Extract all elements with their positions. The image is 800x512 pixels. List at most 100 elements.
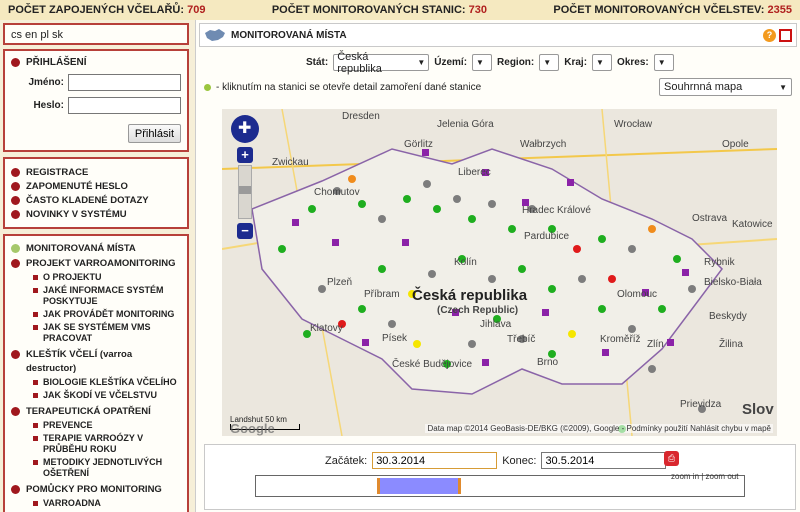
map-attribution[interactable]: Data map ©2014 GeoBasis-DE/BKG (©2009), …	[425, 424, 773, 433]
bullet-icon	[11, 58, 20, 67]
name-input[interactable]	[68, 74, 181, 91]
city-label: Třebíč	[507, 334, 536, 345]
zoom-in-icon[interactable]: +	[237, 147, 253, 163]
city-label: Olomouc	[617, 289, 658, 300]
city-label: České Budějovice	[392, 359, 473, 370]
nav-sub-item[interactable]: VARROADNA	[11, 498, 181, 509]
zoom-slider[interactable]	[238, 165, 252, 219]
main-panel: MONITOROVANÁ MÍSTA ? Stát: Česká republi…	[195, 20, 800, 512]
station-map[interactable]: Dresden Jelenia Góra Wrocław Görlitz Wał…	[222, 109, 777, 436]
end-date-input[interactable]	[541, 452, 667, 469]
popout-icon[interactable]	[779, 28, 792, 42]
city-label: Zlín	[647, 339, 664, 350]
city-label: Görlitz	[404, 139, 433, 150]
city-label: Zwickau	[272, 157, 309, 168]
chevron-down-icon: ▼	[596, 58, 604, 67]
uzemi-label: Území:	[434, 57, 468, 68]
stats-bar: POČET ZAPOJENÝCH VČELAŘŮ: 709 POČET MONI…	[0, 0, 800, 20]
city-label: Brno	[537, 357, 559, 368]
link-news[interactable]: NOVINKY V SYSTÉMU	[11, 208, 181, 222]
nav-sub-item[interactable]: JAK SE SYSTÉMEM VMS PRACOVAT	[11, 322, 181, 344]
link-forgot-password[interactable]: ZAPOMENUTÉ HESLO	[11, 180, 181, 194]
city-label: Slov	[742, 401, 774, 418]
city-label: Hradec Králové	[522, 205, 591, 216]
zoom-knob[interactable]	[239, 186, 251, 194]
city-label: Příbram	[364, 289, 400, 300]
country-sublabel: (Czech Republic)	[437, 305, 519, 316]
city-label: Kolín	[454, 257, 477, 268]
nav-sub-item[interactable]: BIOLOGIE KLEŠTÍKA VČELÍHO	[11, 377, 181, 388]
nav-sub-item[interactable]: JAK ŠKODÍ VE VČELSTVU	[11, 390, 181, 401]
kraj-select[interactable]: ▼	[592, 54, 613, 71]
city-label: Chomutov	[314, 187, 360, 198]
help-icon[interactable]: ?	[763, 28, 776, 42]
dot-icon	[204, 84, 211, 91]
city-label: Pardubice	[524, 231, 570, 242]
country-label: Česká republika	[412, 287, 528, 304]
panel-header: MONITOROVANÁ MÍSTA ?	[199, 23, 797, 47]
city-label: Prievidza	[680, 399, 722, 410]
city-label: Wrocław	[614, 119, 653, 130]
nav-sub-item[interactable]: PREVENCE	[11, 420, 181, 431]
login-title: PŘIHLÁŠENÍ	[26, 57, 87, 68]
zoom-out-icon[interactable]: −	[237, 223, 253, 239]
uzemi-select[interactable]: ▼	[472, 54, 493, 71]
city-label: Rybnik	[704, 257, 735, 268]
city-label: Žilina	[719, 339, 743, 350]
google-logo: Google	[230, 421, 275, 436]
pdf-export-icon[interactable]: ⎙	[664, 451, 679, 466]
city-label: Klatovy	[310, 323, 343, 334]
stat-select[interactable]: Česká republika ▼	[333, 51, 430, 75]
city-label: Kroměříž	[600, 334, 641, 345]
pan-icon[interactable]	[231, 115, 259, 143]
nav-sub-item[interactable]: METODIKY JEDNOTLIVÝCH OŠETŘENÍ	[11, 457, 181, 479]
name-label: Jméno:	[28, 77, 64, 88]
city-label: Wałbrzych	[520, 139, 567, 150]
nav-projekt[interactable]: PROJEKT VARROAMONITORING	[11, 257, 181, 271]
password-label: Heslo:	[33, 100, 64, 111]
city-label: Katowice	[732, 219, 773, 230]
start-label: Začátek:	[325, 454, 368, 467]
map-hint: - kliknutím na stanici se otevře detail …	[204, 82, 481, 93]
date-range-panel: Začátek: Konec: ⎙ zoom in | zoom out	[204, 444, 796, 510]
filter-bar: Stát: Česká republika ▼ Území: ▼ Region: …	[306, 51, 674, 75]
okres-select[interactable]: ▼	[653, 54, 674, 71]
nav-sub-item[interactable]: O PROJEKTU	[11, 272, 181, 283]
zoom-control[interactable]: + −	[231, 115, 259, 240]
city-label: Ostrava	[692, 213, 728, 224]
city-label: Beskydy	[709, 311, 747, 322]
nav-terapie[interactable]: TERAPEUTICKÁ OPATŘENÍ	[11, 405, 181, 419]
region-label: Region:	[497, 57, 535, 68]
nav-sub-item[interactable]: JAK PROVÁDĚT MONITORING	[11, 309, 181, 320]
nav-monitorovana-mista[interactable]: MONITOROVANÁ MÍSTA	[11, 242, 181, 256]
account-links: REGISTRACE ZAPOMENUTÉ HESLO ČASTO KLADEN…	[3, 157, 189, 229]
link-faq[interactable]: ČASTO KLADENÉ DOTAZY	[11, 194, 181, 208]
nav-sub-item[interactable]: JAKÉ INFORMACE SYSTÉM POSKYTUJE	[11, 285, 181, 307]
city-label: Dresden	[342, 111, 380, 122]
city-label: Písek	[382, 333, 408, 344]
login-button[interactable]: Přihlásit	[127, 124, 181, 143]
city-label: Jelenia Góra	[437, 119, 494, 130]
czech-map-icon	[205, 29, 225, 41]
timeline-selection[interactable]	[377, 478, 461, 494]
start-date-input[interactable]	[372, 452, 498, 469]
nav-klestik[interactable]: KLEŠTÍK VČELÍ (varroa destructor)	[11, 348, 181, 376]
nav-sub-item[interactable]: TERAPIE VARROÓZY V PRŮBĚHU ROKU	[11, 433, 181, 455]
nav-pomucky[interactable]: POMŮCKY PRO MONITORING	[11, 483, 181, 497]
login-panel: PŘIHLÁŠENÍ Jméno: Heslo: Přihlásit	[3, 49, 189, 152]
timeline-zoom-links[interactable]: zoom in | zoom out	[671, 472, 738, 481]
kraj-label: Kraj:	[564, 57, 588, 68]
chevron-down-icon: ▼	[417, 58, 426, 67]
language-switch[interactable]: cs en pl sk	[3, 23, 189, 45]
link-registrace[interactable]: REGISTRACE	[11, 166, 181, 180]
map-type-select[interactable]: Souhrnná mapa ▼	[659, 78, 792, 96]
city-label: Plzeň	[327, 277, 353, 288]
password-input[interactable]	[68, 97, 181, 114]
stat-colonies: POČET MONITOROVANÝCH VČELSTEV: 2355	[553, 4, 792, 16]
stat-beekeepers: POČET ZAPOJENÝCH VČELAŘŮ: 709	[8, 4, 206, 16]
page-title: MONITOROVANÁ MÍSTA	[231, 29, 347, 41]
chevron-down-icon: ▼	[657, 58, 666, 67]
region-select[interactable]: ▼	[539, 54, 560, 71]
city-label: Bielsko-Biała	[704, 277, 762, 288]
main-nav: MONITOROVANÁ MÍSTA PROJEKT VARROAMONITOR…	[3, 234, 189, 512]
